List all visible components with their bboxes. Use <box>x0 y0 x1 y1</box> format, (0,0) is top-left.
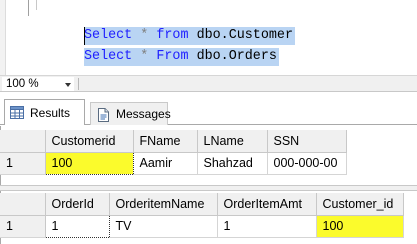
sql-keyword: from <box>156 28 189 43</box>
grid-corner-cell[interactable] <box>0 130 46 153</box>
grid-cell[interactable]: 1 <box>217 215 317 238</box>
row-number[interactable]: 1 <box>0 152 46 175</box>
column-header[interactable]: Customerid <box>45 130 134 153</box>
sql-object-name: dbo.Orders <box>196 49 277 64</box>
tab-results[interactable]: Results <box>4 99 85 125</box>
sql-keyword: Select <box>84 49 133 64</box>
zoom-bar: 100 % <box>0 75 417 92</box>
toolbar-separator <box>78 78 79 90</box>
editor-outline-guide-2 <box>36 0 37 10</box>
grid-header-row: OrderId OrderitemName OrderItemAmt Custo… <box>0 193 404 216</box>
column-header[interactable]: LName <box>197 130 268 153</box>
sql-object-name: dbo.Customer <box>196 28 293 43</box>
text-caret <box>84 27 85 45</box>
column-header[interactable]: OrderItemAmt <box>217 193 317 216</box>
grid-cell[interactable]: Shahzad <box>197 152 268 175</box>
grid-header-row: Customerid FName LName SSN <box>0 130 347 153</box>
grid-cell-orderid[interactable]: 1 <box>44 214 110 238</box>
tab-results-label: Results <box>30 105 71 120</box>
editor-gutter-divider <box>5 0 6 75</box>
results-tabstrip: Results Messages <box>0 92 417 126</box>
sql-operator: * <box>140 49 149 64</box>
chevron-down-icon[interactable] <box>65 83 71 87</box>
sql-operator: * <box>140 28 149 43</box>
tab-messages[interactable]: Messages <box>90 102 171 125</box>
query-line-orders[interactable]: Select * From dbo.Orders <box>84 48 279 66</box>
grid-cell-customer-id[interactable]: 100 <box>316 215 404 238</box>
grid-cell[interactable]: 000-000-00 <box>267 152 347 175</box>
document-icon <box>96 107 110 122</box>
results-grid-customer[interactable]: Customerid FName LName SSN 1 100 Aamir S… <box>0 130 347 175</box>
row-number[interactable]: 1 <box>0 215 46 238</box>
results-grid-orders[interactable]: OrderId OrderitemName OrderItemAmt Custo… <box>0 193 404 238</box>
zoom-select[interactable]: 100 % <box>2 77 74 91</box>
column-header[interactable]: Customer_id <box>316 193 404 216</box>
column-header[interactable]: OrderitemName <box>109 193 218 216</box>
zoom-value: 100 % <box>6 78 39 90</box>
column-header[interactable]: OrderId <box>45 193 110 216</box>
grid-splitter[interactable] <box>0 185 417 191</box>
grid-cell-customerid[interactable]: 100 <box>44 151 134 175</box>
editor-outline-guide <box>28 0 29 16</box>
table-row[interactable]: 1 100 Aamir Shahzad 000-000-00 <box>0 151 347 175</box>
grid-corner-cell[interactable] <box>0 193 46 216</box>
grid-cell[interactable]: TV <box>109 215 218 238</box>
query-editor[interactable]: Select * from dbo.Customer Select * From… <box>0 0 417 75</box>
sql-keyword: Select <box>84 28 133 43</box>
query-line-customer[interactable]: Select * from dbo.Customer <box>84 27 295 45</box>
sql-keyword: From <box>156 49 189 64</box>
grid-icon <box>10 106 24 119</box>
grid-cell[interactable]: Aamir <box>133 152 198 175</box>
table-row[interactable]: 1 1 TV 1 100 <box>0 214 404 238</box>
tab-messages-label: Messages <box>116 107 171 121</box>
column-header[interactable]: FName <box>133 130 198 153</box>
column-header[interactable]: SSN <box>267 130 347 153</box>
